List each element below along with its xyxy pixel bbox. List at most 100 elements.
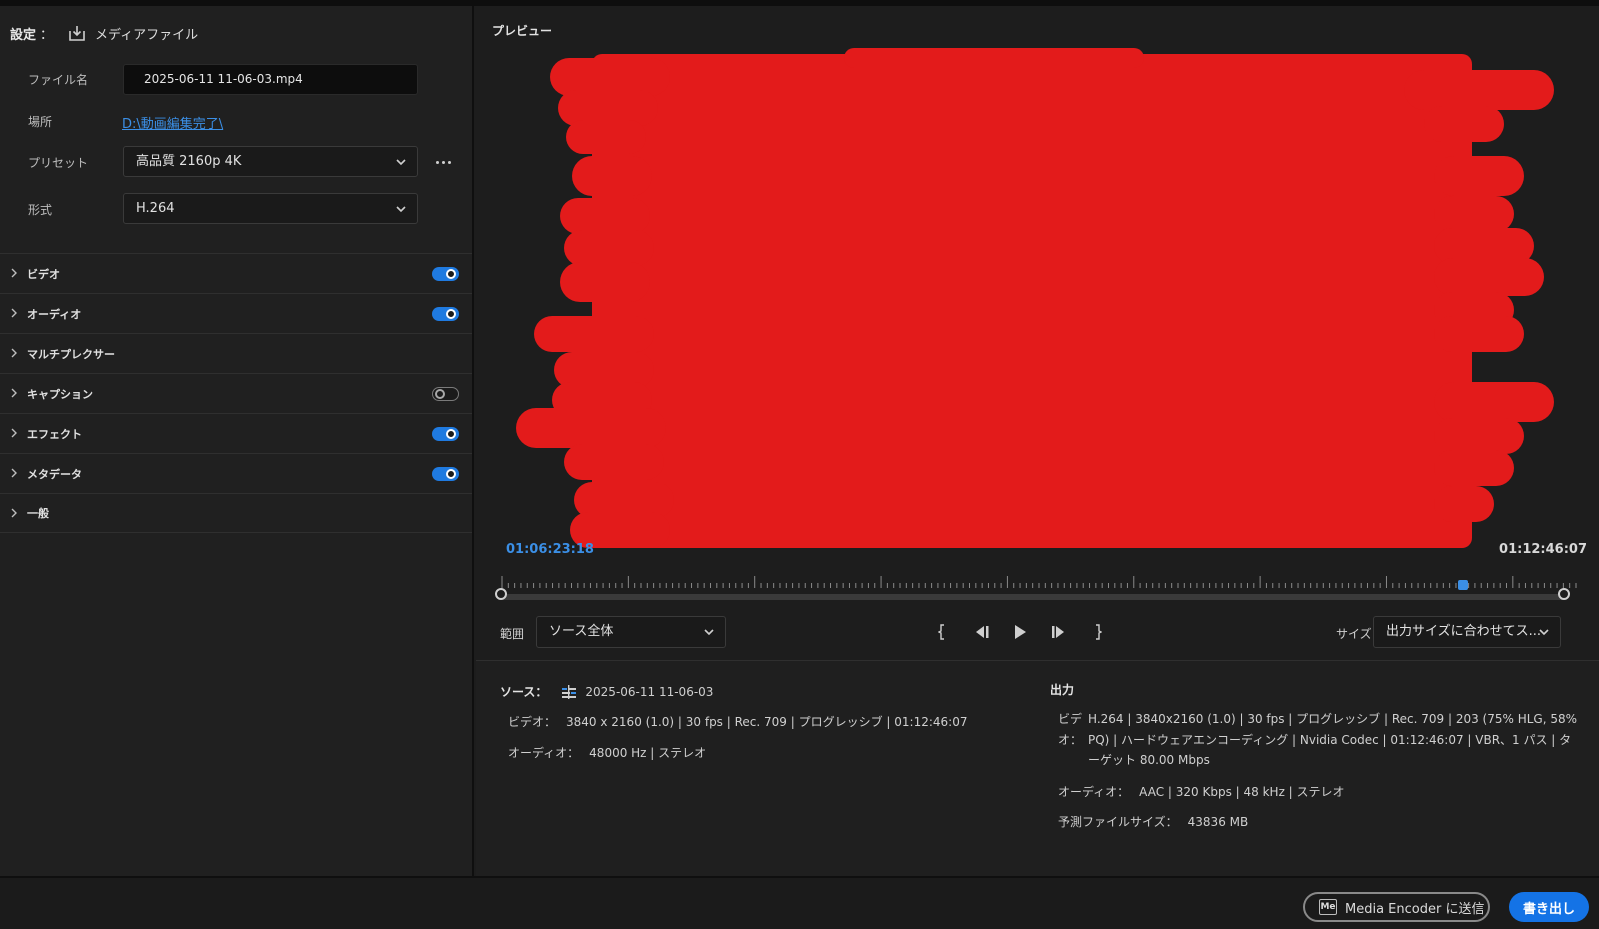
timeline-ruler [501,576,1577,588]
out-point-handle[interactable] [1558,588,1570,600]
output-filesize-line: 予測ファイルサイズ： 43836 MB [1058,813,1248,830]
chevron-down-icon [704,629,714,636]
more-options-button[interactable] [432,152,454,172]
size-select[interactable]: 出力サイズに合わせてス... [1373,616,1561,648]
step-back-button[interactable] [970,622,992,642]
end-timecode: 01:12:46:07 [1499,542,1587,557]
settings-sections: ビデオ オーディオ マルチプレクサー キャプション エフェクト メタデータ 一般 [0,253,472,533]
location-link[interactable]: D:\動画編集完了\ [122,113,223,132]
metadata-toggle[interactable] [432,466,459,481]
source-file: 2025-06-11 11-06-03 [585,684,714,699]
media-encoder-icon: Me [1319,899,1337,915]
size-label: サイズ [1336,627,1372,641]
video-toggle[interactable] [432,266,459,281]
chevron-down-icon [1539,629,1549,636]
section-label: ビデオ [27,267,60,281]
send-to-media-encoder-button[interactable]: Me Media Encoder に送信 [1303,892,1490,922]
play-icon [1015,625,1026,639]
preset-value: 高品質 2160p 4K [136,154,242,169]
section-label: メタデータ [27,467,82,481]
source-audio-label: オーディオ： [508,746,580,760]
format-label: 形式 [28,203,53,217]
output-audio-value: AAC | 320 Kbps | 48 kHz | ステレオ [1139,785,1345,799]
settings-colon: ： [40,27,54,43]
location-label: 場所 [28,115,53,129]
output-filesize-label: 予測ファイルサイズ： [1058,815,1178,829]
chevron-right-icon [11,308,17,318]
step-forward-icon [1052,626,1064,638]
current-timecode: 01:06:23:18 [506,542,594,557]
source-audio-line: オーディオ： 48000 Hz | ステレオ [508,744,706,761]
preset-label: プリセット [28,156,89,170]
preset-select[interactable]: 高品質 2160p 4K [123,146,418,177]
format-select[interactable]: H.264 [123,193,418,224]
preview-panel: プレビュー 01:06:23:18 01:12:46:07 範囲 ソース全体 サ… [476,6,1599,876]
send-label: Media Encoder に送信 [1345,901,1485,917]
output-video-line: ビデオ： H.264 | 3840x2160 (1.0) | 30 fps | … [1058,709,1578,771]
section-general[interactable]: 一般 [0,493,472,533]
chevron-right-icon [11,508,17,518]
preset-row: プリセット 高品質 2160p 4K [0,146,474,180]
chevron-right-icon [11,468,17,478]
size-value: 出力サイズに合わせてス... [1386,624,1542,639]
export-label: 書き出し [1522,901,1575,917]
filename-row: ファイル名 2025-06-11 11-06-03.mp4 [0,62,474,96]
settings-title: 設定 [10,27,37,43]
effects-toggle[interactable] [432,426,459,441]
range-value: ソース全体 [549,624,614,639]
sequence-icon [562,684,577,699]
filename-label: ファイル名 [28,73,89,87]
section-label: マルチプレクサー [27,347,115,361]
source-title: ソース： [500,685,548,699]
source-audio-value: 48000 Hz | ステレオ [589,746,707,760]
play-button[interactable] [1009,622,1031,642]
chevron-right-icon [11,348,17,358]
output-audio-label: オーディオ： [1058,785,1130,799]
preview-redaction [516,48,1554,548]
preview-title: プレビュー [492,24,553,38]
media-file-label: メディアファイル [95,27,199,43]
playback-controls: 範囲 ソース全体 サイズ 出力サイズに合わせてス... [476,616,1599,650]
in-point-handle[interactable] [495,588,507,600]
filename-input[interactable]: 2025-06-11 11-06-03.mp4 [123,64,418,95]
section-effects[interactable]: エフェクト [0,413,472,453]
output-audio-line: オーディオ： AAC | 320 Kbps | 48 kHz | ステレオ [1058,783,1345,800]
section-metadata[interactable]: メタデータ [0,453,472,493]
section-captions[interactable]: キャプション [0,373,472,413]
format-value: H.264 [136,201,175,216]
step-back-icon [976,626,989,638]
info-summary: ソース： 2025-06-11 11-06-03 ビデオ： 3840 x 2160… [476,660,1599,876]
section-audio[interactable]: オーディオ [0,293,472,333]
export-window: 設定 ： メディアファイル ファイル名 2025-06-11 11-06-03.… [0,0,1599,929]
chevron-down-icon [396,159,406,166]
format-row: 形式 H.264 [0,193,474,227]
output-video-label: ビデオ： [1058,712,1083,747]
section-label: エフェクト [27,427,82,441]
export-button[interactable]: 書き出し [1509,892,1589,922]
settings-header: 設定 ： メディアファイル [10,22,198,44]
mark-in-icon [938,624,944,640]
captions-toggle[interactable] [432,386,459,401]
chevron-down-icon [396,206,406,213]
set-out-point-button[interactable] [1086,622,1108,642]
set-in-point-button[interactable] [932,622,954,642]
source-video-value: 3840 x 2160 (1.0) | 30 fps | Rec. 709 | … [566,715,968,729]
range-label: 範囲 [500,627,525,641]
output-filesize-value: 43836 MB [1187,815,1249,829]
audio-toggle[interactable] [432,306,459,321]
section-label: 一般 [27,507,49,520]
settings-panel: 設定 ： メディアファイル ファイル名 2025-06-11 11-06-03.… [0,6,474,876]
section-multiplexer[interactable]: マルチプレクサー [0,333,472,373]
section-label: キャプション [27,387,93,401]
step-forward-button[interactable] [1048,622,1070,642]
section-video[interactable]: ビデオ [0,253,472,293]
timeline-track[interactable] [502,594,1565,600]
mark-out-icon [1096,624,1102,640]
output-video-value: H.264 | 3840x2160 (1.0) | 30 fps | プログレッ… [1088,712,1578,767]
range-select[interactable]: ソース全体 [536,616,726,648]
output-title: 出力 [1050,683,1075,697]
playhead[interactable] [1457,580,1468,590]
source-video-label: ビデオ： [508,715,557,729]
chevron-right-icon [11,388,17,398]
chevron-right-icon [11,428,17,438]
